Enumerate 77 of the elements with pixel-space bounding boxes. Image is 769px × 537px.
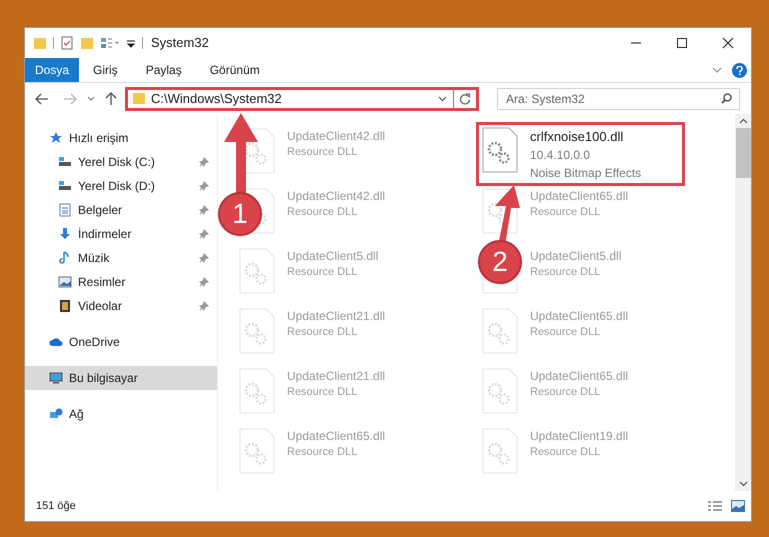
refresh-icon[interactable] xyxy=(459,92,471,104)
search-icon[interactable] xyxy=(721,92,732,104)
folder-icon xyxy=(132,92,146,105)
network-icon xyxy=(49,407,63,421)
dll-file-icon xyxy=(239,308,275,354)
pin-icon[interactable] xyxy=(199,157,209,167)
dll-file-icon xyxy=(239,428,275,474)
file-detail: Resource DLL xyxy=(287,325,358,340)
file-detail: Resource DLL xyxy=(287,145,358,160)
search-field[interactable]: Ara: System32 xyxy=(497,88,740,110)
ribbon-tab[interactable]: Dosya xyxy=(25,58,80,82)
sidebar-item[interactable]: Resimler xyxy=(25,270,217,294)
file-detail: 10.4.10.0.0 xyxy=(530,147,592,164)
pin-icon[interactable] xyxy=(199,277,209,287)
pin-icon[interactable] xyxy=(199,181,209,191)
large-icons-view-icon[interactable] xyxy=(731,500,745,512)
file-detail: Resource DLL xyxy=(530,265,602,280)
ribbon-tab[interactable]: Görünüm xyxy=(196,58,274,82)
sidebar-item[interactable]: Belgeler xyxy=(25,198,217,222)
item-count: 151 öğe xyxy=(36,498,76,514)
dll-file-icon xyxy=(239,368,275,414)
scrollbar-thumb[interactable] xyxy=(736,128,750,178)
pin-icon[interactable] xyxy=(199,301,209,311)
address-path: C:\Windows\System32 xyxy=(151,90,282,108)
music-note-icon xyxy=(58,251,72,265)
recent-locations-icon[interactable] xyxy=(87,96,95,102)
dropdown-caret-icon[interactable] xyxy=(438,96,447,102)
properties-icon[interactable] xyxy=(60,36,74,50)
window-title: System32 xyxy=(151,34,209,52)
scroll-down-icon[interactable] xyxy=(738,481,748,487)
file-name[interactable]: crlfxnoise100.dll xyxy=(530,127,642,146)
star-icon xyxy=(49,131,63,145)
view-options-icon[interactable] xyxy=(100,36,120,50)
file-detail: Resource DLL xyxy=(287,265,358,280)
picture-icon xyxy=(58,275,72,289)
ribbon-tab[interactable]: Giriş xyxy=(79,58,132,82)
file-detail: Resource DLL xyxy=(530,385,602,400)
dll-file-icon xyxy=(482,368,518,414)
dll-file-icon xyxy=(239,248,275,294)
back-arrow-icon[interactable] xyxy=(35,92,49,104)
ribbon-tab[interactable]: Paylaş xyxy=(132,58,196,82)
sidebar-item[interactable]: Müzik xyxy=(25,246,217,270)
sidebar-item[interactable]: Bu bilgisayar xyxy=(25,366,217,390)
download-arrow-icon xyxy=(58,227,72,241)
sidebar-item[interactable]: OneDrive xyxy=(25,330,217,354)
sidebar-item[interactable]: Videolar xyxy=(25,294,217,318)
pin-icon[interactable] xyxy=(199,229,209,239)
dll-file-icon xyxy=(482,428,518,474)
file-detail: Resource DLL xyxy=(530,445,602,460)
scroll-up-icon[interactable] xyxy=(738,118,748,124)
file-detail: Resource DLL xyxy=(287,205,358,220)
sidebar-item[interactable]: Yerel Disk (C:) xyxy=(25,150,217,174)
maximize-icon xyxy=(676,37,688,49)
details-view-icon[interactable] xyxy=(707,500,723,512)
address-bar[interactable]: C:\Windows\System32 xyxy=(125,86,479,110)
file-detail: Resource DLL xyxy=(530,325,602,340)
drive-icon xyxy=(58,179,72,193)
pin-icon[interactable] xyxy=(199,253,209,263)
dll-file-icon xyxy=(482,308,518,354)
sidebar-item[interactable]: İndirmeler xyxy=(25,222,217,246)
up-arrow-icon[interactable] xyxy=(105,92,117,106)
close-icon xyxy=(722,37,734,49)
monitor-icon xyxy=(49,371,63,385)
drive-icon xyxy=(58,155,72,169)
sidebar-item[interactable]: Hızlı erişim xyxy=(25,126,217,150)
file-detail: Resource DLL xyxy=(530,205,602,220)
sidebar-item[interactable]: Ağ xyxy=(25,402,217,426)
film-icon xyxy=(58,299,72,313)
sidebar-item[interactable]: Yerel Disk (D:) xyxy=(25,174,217,198)
file-detail: Noise Bitmap Effects xyxy=(530,165,642,182)
document-icon xyxy=(58,203,72,217)
file-detail: Resource DLL xyxy=(287,385,358,400)
dll-file-icon xyxy=(482,127,518,173)
expand-ribbon-icon[interactable] xyxy=(712,67,722,73)
file-detail: Resource DLL xyxy=(287,445,358,460)
help-icon[interactable] xyxy=(732,62,747,78)
pin-icon[interactable] xyxy=(199,205,209,215)
